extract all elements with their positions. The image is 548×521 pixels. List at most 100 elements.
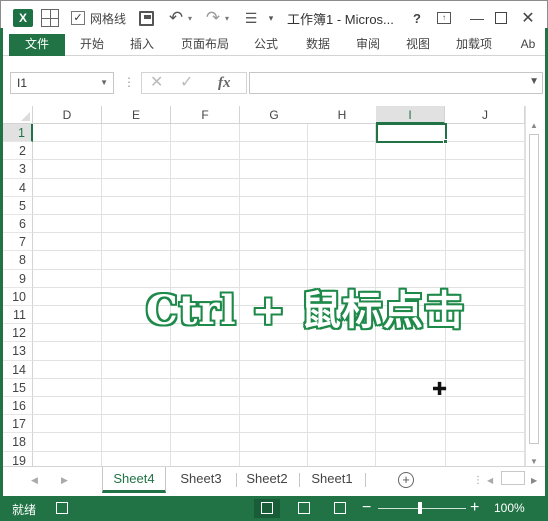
row-header-2[interactable]: 2 (3, 142, 33, 161)
column-header-e[interactable]: E (102, 106, 171, 124)
undo-dropdown-icon[interactable]: ▾ (186, 1, 194, 35)
vertical-scrollbar[interactable]: ▲ ▼ (525, 106, 542, 472)
tab-review[interactable]: 审阅 (351, 34, 385, 56)
row-gridline (33, 396, 525, 397)
row-gridline (33, 268, 525, 270)
sheet-next-icon[interactable]: ▶ (61, 475, 68, 486)
column-header-i[interactable]: I (376, 106, 445, 124)
scroll-right-icon[interactable]: ▶ (531, 476, 537, 485)
gridlines-label: 网格线 (89, 11, 126, 26)
row-gridline (33, 341, 525, 343)
active-cell-selection[interactable] (376, 123, 447, 143)
sheet-tab-sheet2[interactable]: Sheet2 (237, 467, 297, 493)
status-ready: 就绪 (12, 503, 37, 517)
help-icon[interactable]: ? (409, 1, 425, 35)
zoom-out-button[interactable]: − (362, 499, 371, 517)
scroll-left-icon[interactable]: ◀ (487, 476, 493, 485)
zoom-slider-thumb[interactable] (418, 502, 422, 514)
tab-file[interactable]: 文件 (9, 34, 65, 56)
row-header-15[interactable]: 15 (3, 378, 33, 397)
row-header-12[interactable]: 12 (3, 324, 33, 343)
sheet-tab-sheet1[interactable]: Sheet1 (301, 467, 363, 493)
zoom-level[interactable]: 100% (494, 501, 525, 515)
column-header-h[interactable]: H (308, 106, 377, 124)
touch-mode-icon[interactable]: ☰ (243, 1, 259, 35)
chevron-down-icon[interactable]: ▼ (100, 73, 108, 93)
redo-icon[interactable]: ↷ (204, 1, 222, 35)
scroll-up-icon[interactable]: ▲ (526, 120, 542, 132)
formula-bar-splitter-icon[interactable]: ⋮ (123, 72, 135, 94)
vertical-scroll-thumb[interactable] (529, 134, 539, 444)
page-layout-view-button[interactable] (291, 499, 317, 518)
row-header-14[interactable]: 14 (3, 360, 33, 379)
row-header-19[interactable]: 19 (3, 451, 33, 466)
cancel-icon[interactable]: ✕ (150, 73, 163, 93)
row-header-4[interactable]: 4 (3, 178, 33, 197)
ribbon-display-options-icon[interactable]: ↑ (437, 12, 451, 24)
select-all-button[interactable] (3, 106, 33, 124)
row-header-5[interactable]: 5 (3, 196, 33, 215)
tab-data[interactable]: 数据 (301, 34, 335, 56)
title-bar: X ✓ 网格线 ↶ ▾ ↷ ▾ ☰ ▾ 工作簿1 - Micros... ? ↑… (0, 0, 548, 34)
expand-formula-bar-icon[interactable]: ▼ (529, 76, 539, 87)
zoom-slider[interactable] (378, 508, 466, 509)
gridlines-checkbox[interactable]: ✓ (71, 11, 85, 25)
row-header-17[interactable]: 17 (3, 415, 33, 434)
enter-icon[interactable]: ✓ (180, 73, 193, 93)
table-icon[interactable] (41, 9, 59, 27)
row-header-1[interactable]: 1 (3, 124, 33, 143)
formula-buttons: ✕ ✓ fx (141, 72, 247, 94)
normal-view-button[interactable] (254, 499, 280, 518)
row-gridline (33, 141, 525, 143)
redo-dropdown-icon[interactable]: ▾ (223, 1, 231, 35)
minimize-icon[interactable]: — (469, 1, 485, 35)
worksheet-grid[interactable]: DEFGHIJ 1 2 3 4 5 6 7 8 9 10 11 12 13 14 15 16 17 18 19 Ct… (3, 106, 525, 466)
excel-logo-icon: X (13, 9, 33, 27)
row-header-3[interactable]: 3 (3, 160, 33, 179)
sheet-tab-sheet3[interactable]: Sheet3 (171, 467, 231, 493)
row-header-10[interactable]: 10 (3, 287, 33, 306)
fill-handle[interactable] (443, 139, 448, 144)
close-icon[interactable]: ✕ (519, 1, 537, 35)
sheet-tab-sheet4[interactable]: Sheet4 (102, 467, 166, 493)
row-header-16[interactable]: 16 (3, 397, 33, 416)
tab-view[interactable]: 视图 (401, 34, 435, 56)
tab-home[interactable]: 开始 (75, 34, 109, 56)
row-header-7[interactable]: 7 (3, 233, 33, 252)
column-header-g[interactable]: G (240, 106, 309, 124)
horizontal-scroll-thumb[interactable] (501, 471, 525, 485)
add-sheet-button[interactable]: + (398, 472, 414, 488)
tab-page-layout[interactable]: 页面布局 (177, 34, 233, 56)
save-icon[interactable] (139, 11, 154, 26)
formula-input[interactable]: ▼ (249, 72, 543, 94)
row-gridline (33, 232, 525, 234)
macro-record-icon[interactable] (56, 502, 68, 514)
restore-icon[interactable] (495, 12, 507, 24)
row-gridline (33, 414, 525, 416)
name-box[interactable]: I1 ▼ (10, 72, 114, 94)
insert-function-icon[interactable]: fx (218, 73, 231, 93)
row-gridline (33, 177, 525, 179)
zoom-in-button[interactable]: + (470, 499, 479, 517)
customize-qat-icon[interactable]: ▾ (267, 1, 275, 35)
column-header-j[interactable]: J (446, 106, 525, 124)
page-break-view-button[interactable] (327, 499, 353, 518)
undo-icon[interactable]: ↶ (167, 1, 185, 35)
row-header-9[interactable]: 9 (3, 269, 33, 288)
tab-formulas[interactable]: 公式 (249, 34, 283, 56)
row-header-11[interactable]: 11 (3, 306, 33, 325)
tab-acrobat[interactable]: Ab (513, 34, 543, 56)
row-header-13[interactable]: 13 (3, 342, 33, 361)
tab-insert[interactable]: 插入 (125, 34, 159, 56)
tab-addins[interactable]: 加载项 (451, 34, 497, 56)
sheet-separator (299, 473, 300, 487)
row-header-8[interactable]: 8 (3, 251, 33, 270)
column-header-f[interactable]: F (171, 106, 240, 124)
sheet-prev-icon[interactable]: ◀ (31, 475, 38, 486)
row-gridline (33, 214, 525, 215)
row-header-6[interactable]: 6 (3, 215, 33, 234)
column-header-d[interactable]: D (33, 106, 102, 124)
tab-split-handle-icon[interactable]: ⋮ (473, 475, 483, 486)
row-gridline (33, 159, 525, 161)
row-header-18[interactable]: 18 (3, 433, 33, 452)
